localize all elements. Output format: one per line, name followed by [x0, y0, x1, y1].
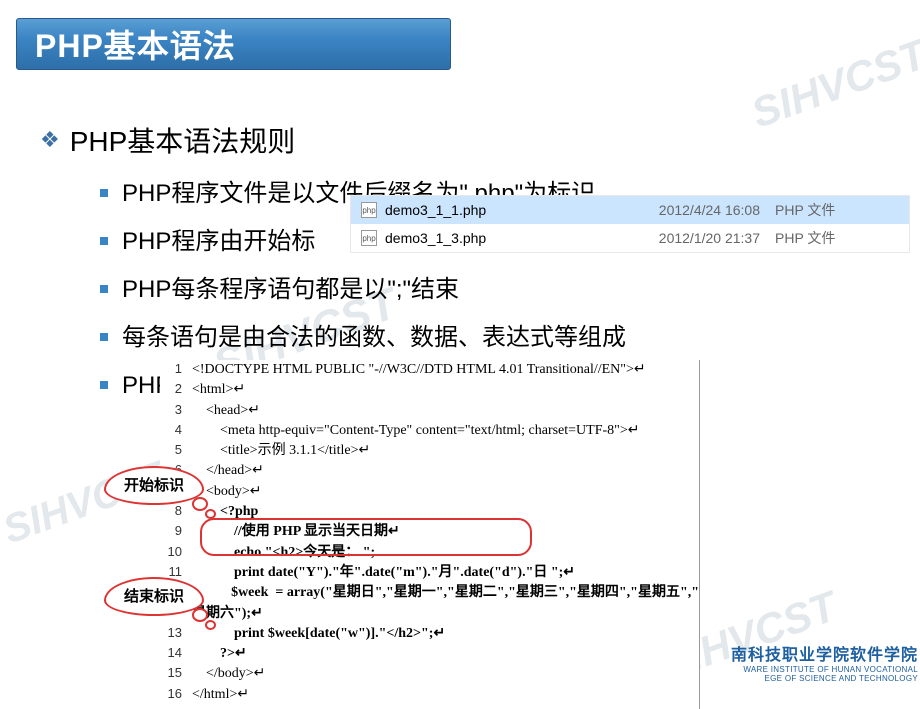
code-snippet: 1<!DOCTYPE HTML PUBLIC "-//W3C//DTD HTML… — [160, 360, 700, 709]
code-text: <body>↵ — [192, 482, 699, 502]
php-file-icon: php — [361, 202, 377, 218]
institution-logo: 南科技职业学院软件学院 WARE INSTITUTE OF HUNAN VOCA… — [731, 641, 918, 684]
line-number: 15 — [160, 664, 192, 684]
code-text: //使用 PHP 显示当天日期↵ — [192, 522, 699, 542]
list-item: PHP每条程序语句都是以";"结束 — [100, 272, 910, 308]
callout-end-tag: 结束标识 — [104, 577, 204, 616]
code-line: 8 <?php — [160, 502, 699, 522]
line-number: 14 — [160, 644, 192, 664]
code-text: <?php — [192, 502, 699, 522]
code-text: <head>↵ — [192, 401, 699, 421]
slide-title: PHP基本语法 — [35, 21, 236, 67]
code-line: 13 print $week[date("w")]."</h2>";↵ — [160, 624, 699, 644]
main-bullet: ❖ PHP基本语法规则 — [40, 120, 910, 160]
code-text: <meta http-equiv="Content-Type" content=… — [192, 421, 699, 441]
code-line: 9 //使用 PHP 显示当天日期↵ — [160, 522, 699, 542]
code-line: 星期六");↵ — [160, 604, 699, 624]
code-text: print $week[date("w")]."</h2>";↵ — [192, 624, 699, 644]
institution-name-cn: 南科技职业学院软件学院 — [731, 641, 918, 665]
slide-title-bar: PHP基本语法 — [16, 18, 451, 70]
file-name: demo3_1_1.php — [385, 202, 645, 218]
php-file-icon: php — [361, 230, 377, 246]
code-line: 5 <title>示例 3.1.1</title>↵ — [160, 441, 699, 461]
code-text: </head>↵ — [192, 461, 699, 481]
line-number: 16 — [160, 685, 192, 705]
square-icon — [100, 333, 108, 341]
file-type: PHP 文件 — [775, 200, 835, 220]
file-name: demo3_1_3.php — [385, 230, 645, 246]
code-line: 16</html>↵ — [160, 685, 699, 705]
list-item-text: 每条语句是由合法的函数、数据、表达式等组成 — [122, 320, 626, 356]
file-date: 2012/4/24 16:08 — [645, 202, 775, 218]
code-line: 15 </body>↵ — [160, 664, 699, 684]
institution-name-en: WARE INSTITUTE OF HUNAN VOCATIONAL — [731, 665, 918, 675]
file-date: 2012/1/20 21:37 — [645, 230, 775, 246]
line-number: 5 — [160, 441, 192, 461]
code-line: 7 <body>↵ — [160, 482, 699, 502]
line-number: 10 — [160, 543, 192, 563]
line-number: 8 — [160, 502, 192, 522]
square-icon — [100, 285, 108, 293]
code-text: 星期六");↵ — [192, 604, 699, 624]
code-line: 2<html>↵ — [160, 380, 699, 400]
line-number: 13 — [160, 624, 192, 644]
code-line: 12 $week = array("星期日","星期一","星期二","星期三"… — [160, 583, 699, 603]
code-text: <!DOCTYPE HTML PUBLIC "-//W3C//DTD HTML … — [192, 360, 699, 380]
code-line: 14 ?>↵ — [160, 644, 699, 664]
file-row[interactable]: php demo3_1_1.php 2012/4/24 16:08 PHP 文件 — [351, 196, 909, 224]
list-item: 每条语句是由合法的函数、数据、表达式等组成 — [100, 320, 910, 356]
square-icon — [100, 189, 108, 197]
file-list-overlay: php demo3_1_1.php 2012/4/24 16:08 PHP 文件… — [350, 195, 910, 253]
code-line: 3 <head>↵ — [160, 401, 699, 421]
code-text: $week = array("星期日","星期一","星期二","星期三","星… — [189, 583, 699, 603]
file-row[interactable]: php demo3_1_3.php 2012/1/20 21:37 PHP 文件 — [351, 224, 909, 252]
code-text: </body>↵ — [192, 664, 699, 684]
callout-label: 结束标识 — [104, 577, 204, 616]
file-type: PHP 文件 — [775, 228, 835, 248]
line-number: 4 — [160, 421, 192, 441]
code-line: 1<!DOCTYPE HTML PUBLIC "-//W3C//DTD HTML… — [160, 360, 699, 380]
line-number: 9 — [160, 522, 192, 542]
diamond-icon: ❖ — [40, 127, 60, 153]
line-number: 1 — [160, 360, 192, 380]
institution-name-en: EGE OF SCIENCE AND TECHNOLOGY — [731, 674, 918, 684]
list-item-text: PHP程序由开始标 — [122, 224, 315, 260]
code-text: echo "<h2>今天是： "; — [192, 543, 699, 563]
code-line: 11 print date("Y")."年".date("m")."月".dat… — [160, 563, 699, 583]
code-text: </html>↵ — [192, 685, 699, 705]
code-line: 4 <meta http-equiv="Content-Type" conten… — [160, 421, 699, 441]
code-line: 10 echo "<h2>今天是： "; — [160, 543, 699, 563]
code-text: <html>↵ — [192, 380, 699, 400]
code-line: 6 </head>↵ — [160, 461, 699, 481]
main-bullet-text: PHP基本语法规则 — [70, 120, 296, 160]
line-number: 2 — [160, 380, 192, 400]
square-icon — [100, 237, 108, 245]
callout-start-tag: 开始标识 — [104, 466, 204, 505]
square-icon — [100, 381, 108, 389]
code-text: <title>示例 3.1.1</title>↵ — [192, 441, 699, 461]
callout-label: 开始标识 — [104, 466, 204, 505]
list-item-text: PHP每条程序语句都是以";"结束 — [122, 272, 459, 308]
code-text: print date("Y")."年".date("m")."月".date("… — [192, 563, 699, 583]
line-number: 3 — [160, 401, 192, 421]
code-text: ?>↵ — [192, 644, 699, 664]
